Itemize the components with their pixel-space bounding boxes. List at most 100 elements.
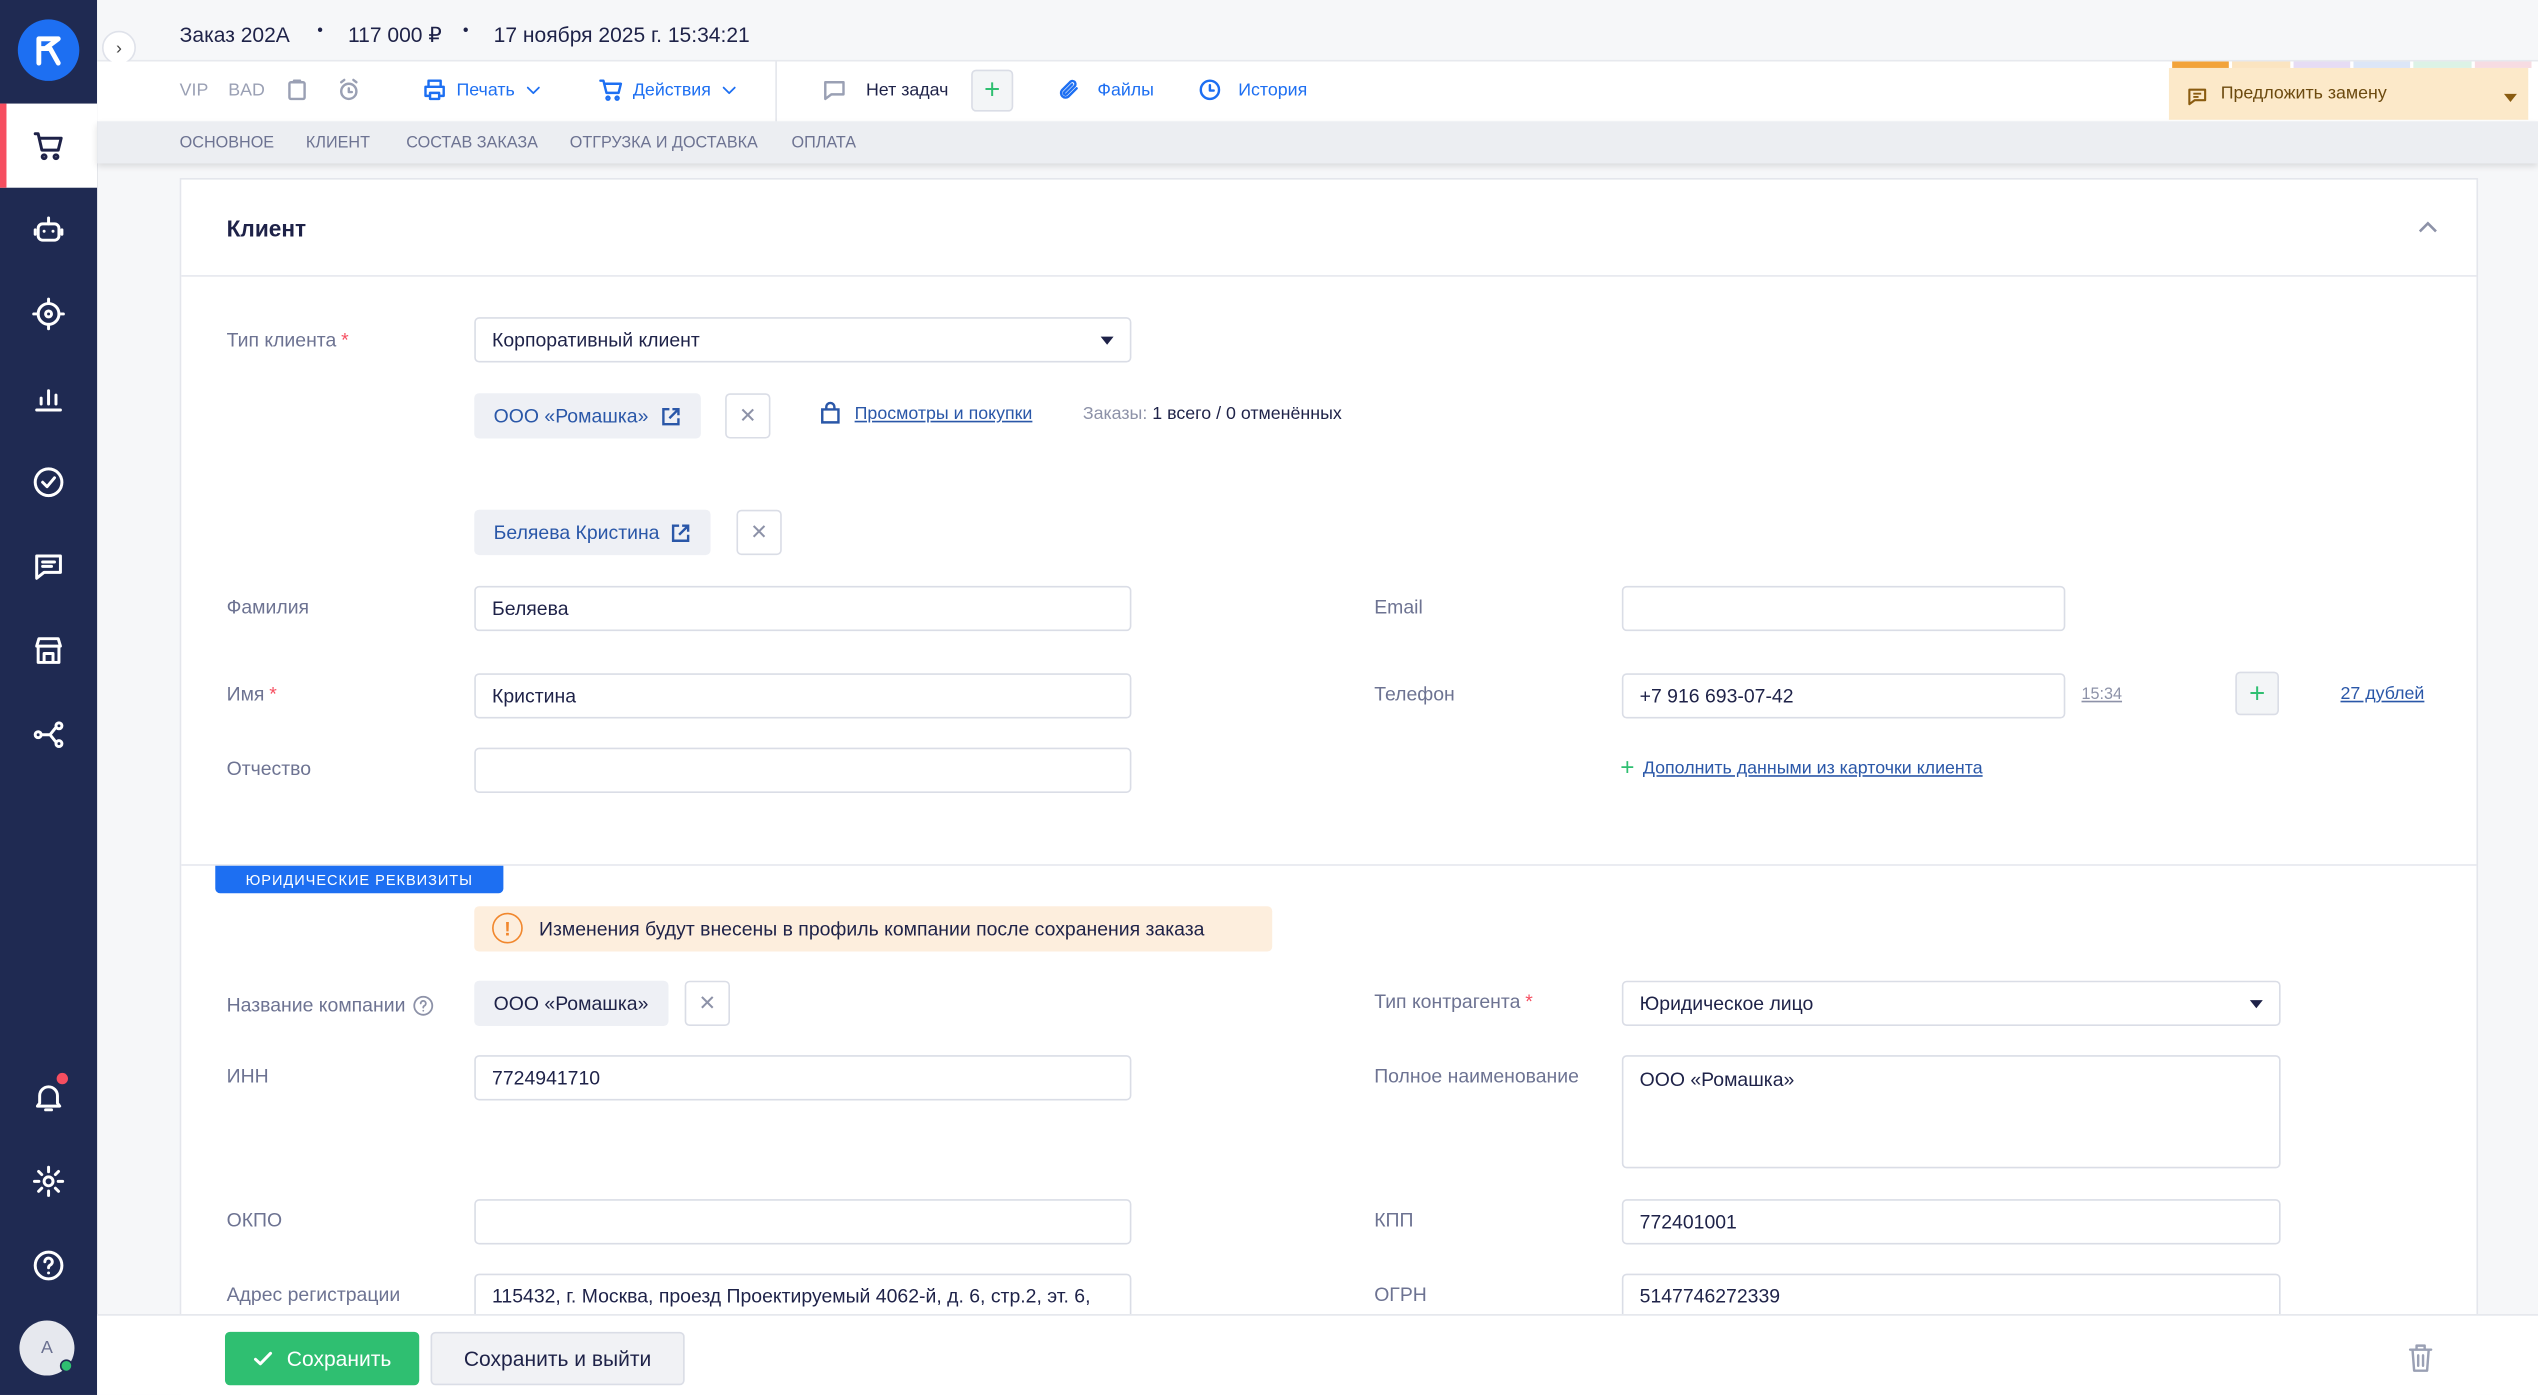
chevron-right-icon: › — [115, 38, 122, 58]
trash-icon[interactable] — [2407, 1342, 2435, 1374]
add-phone-button[interactable]: + — [2235, 671, 2279, 716]
files-button[interactable]: Файлы — [1057, 78, 1154, 102]
inn-field[interactable]: 7724941710 — [474, 1055, 1132, 1101]
marks-button[interactable] — [285, 78, 309, 102]
order-date: 17 ноября 2025 г. 15:34:21 — [493, 22, 750, 47]
patronymic-field[interactable] — [474, 747, 1132, 793]
history-button[interactable]: История — [1198, 78, 1308, 102]
history-label: История — [1238, 80, 1308, 100]
vip-toggle[interactable]: VIP — [180, 81, 209, 100]
contragent-type-select[interactable]: Юридическое лицо — [1621, 980, 2281, 1027]
tab-main[interactable]: Основное — [180, 134, 274, 152]
sidebar-toggle-button[interactable]: › — [101, 30, 136, 65]
sidebar-item-chats[interactable] — [0, 524, 97, 608]
sidebar-item-analytics[interactable] — [0, 356, 97, 440]
clock-icon — [1199, 79, 1221, 101]
external-link-icon[interactable] — [671, 522, 692, 543]
company-chip[interactable]: ООО «Ромашка» — [474, 393, 701, 439]
firstname-field[interactable]: Кристина — [474, 673, 1132, 719]
remove-company-name-button[interactable]: ✕ — [684, 980, 730, 1027]
gear-icon — [32, 1165, 65, 1197]
help-icon — [33, 1250, 64, 1281]
cart-icon — [599, 79, 623, 101]
company-chip-label: ООО «Ромашка» — [493, 404, 649, 428]
ogrn-label: ОГРН — [1374, 1283, 1427, 1306]
reminder-button[interactable] — [337, 78, 361, 102]
kpp-label: КПП — [1374, 1208, 1414, 1232]
plus-icon: + — [984, 74, 1001, 106]
ogrn-field[interactable]: 5147746272339 — [1621, 1273, 2281, 1319]
contact-chip-label: Беляева Кристина — [493, 521, 660, 544]
paperclip-icon — [1059, 79, 1078, 99]
sidebar-item-bots[interactable] — [0, 188, 97, 272]
sidebar-item-integrations[interactable] — [0, 693, 97, 777]
notification-dot — [56, 1072, 68, 1085]
company-name-chip[interactable]: ООО «Ромашка» — [474, 980, 668, 1027]
tab-order-items[interactable]: Состав заказа — [406, 134, 538, 152]
separator: • — [462, 22, 469, 41]
warning-icon: ! — [492, 912, 523, 944]
client-type-select[interactable]: Корпоративный клиент — [474, 317, 1132, 363]
print-menu-button[interactable]: Печать — [422, 78, 542, 102]
message-icon — [2188, 88, 2207, 106]
patronymic-label: Отчество — [226, 757, 312, 781]
caret-down-icon — [1100, 336, 1114, 345]
logo-icon — [36, 36, 61, 66]
okpo-field[interactable] — [474, 1199, 1132, 1245]
sidebar-item-settings[interactable] — [0, 1139, 97, 1223]
inn-label: ИНН — [226, 1064, 269, 1088]
chevron-up-icon[interactable] — [2417, 217, 2440, 236]
help-icon[interactable] — [414, 994, 435, 1015]
save-and-exit-button[interactable]: Сохранить и выйти — [430, 1331, 685, 1386]
cart-icon — [33, 132, 63, 161]
kpp-field[interactable]: 772401001 — [1621, 1199, 2281, 1245]
contact-chip[interactable]: Беляева Кристина — [474, 509, 712, 556]
sidebar-item-marketing[interactable] — [0, 272, 97, 356]
tasks-indicator[interactable]: Нет задач — [822, 78, 948, 102]
suggest-replacement-button[interactable]: Предложить замену — [2168, 67, 2529, 120]
external-link-icon[interactable] — [660, 405, 681, 426]
sidebar-item-notifications[interactable] — [0, 1055, 97, 1139]
suggest-label: Предложить замену — [2220, 84, 2387, 104]
full-name-textarea[interactable]: ООО «Ромашка» — [1621, 1055, 2281, 1169]
tasks-label: Нет задач — [865, 80, 949, 100]
remove-company-button[interactable]: ✕ — [725, 393, 771, 439]
plus-icon: + — [1620, 754, 1635, 782]
sidebar-item-store[interactable] — [0, 608, 97, 692]
online-status-dot — [59, 1359, 73, 1373]
bad-toggle[interactable]: BAD — [228, 81, 265, 100]
logo[interactable] — [17, 19, 80, 81]
email-field[interactable] — [1621, 585, 2066, 632]
close-icon: ✕ — [738, 402, 757, 428]
tab-payment[interactable]: Оплата — [791, 134, 856, 152]
address-field[interactable]: 115432, г. Москва, проезд Проектируемый … — [474, 1273, 1132, 1319]
caret-down-icon — [2503, 93, 2517, 102]
remove-contact-button[interactable]: ✕ — [736, 509, 782, 556]
phone-field[interactable]: +7 916 693-07-42 — [1621, 673, 2066, 719]
sidebar-item-help[interactable] — [0, 1223, 97, 1307]
files-label: Файлы — [1097, 80, 1154, 100]
warning-banner: Изменения будут внесены в профиль компан… — [474, 906, 1273, 952]
client-type-value: Корпоративный клиент — [492, 328, 700, 352]
clipboard-icon — [288, 79, 306, 101]
tab-client[interactable]: Клиент — [306, 134, 370, 152]
plus-icon: + — [2249, 677, 2266, 709]
save-label: Сохранить — [286, 1346, 392, 1371]
views-purchases-link[interactable]: Просмотры и покупки — [855, 405, 1033, 424]
print-label: Печать — [456, 80, 515, 100]
sidebar-item-tasks[interactable] — [0, 440, 97, 524]
alarm-icon — [340, 78, 358, 101]
add-task-button[interactable]: + — [971, 69, 1014, 112]
sidebar-item-orders[interactable] — [0, 103, 98, 188]
order-title: Заказ 202A — [179, 22, 290, 47]
okpo-label: ОКПО — [226, 1208, 283, 1232]
duplicates-link[interactable]: 27 дублей — [2340, 685, 2424, 704]
firstname-label: Имя * — [226, 682, 277, 706]
lastname-field[interactable]: Беляева — [474, 585, 1132, 632]
chat-icon — [35, 554, 62, 580]
tab-shipping[interactable]: Отгрузка и доставка — [570, 134, 758, 152]
fill-from-card-link[interactable]: Дополнить данными из карточки клиента — [1643, 759, 1983, 778]
actions-menu-button[interactable]: Действия — [599, 78, 739, 102]
share-icon — [33, 721, 64, 749]
save-button[interactable]: Сохранить — [224, 1331, 420, 1386]
